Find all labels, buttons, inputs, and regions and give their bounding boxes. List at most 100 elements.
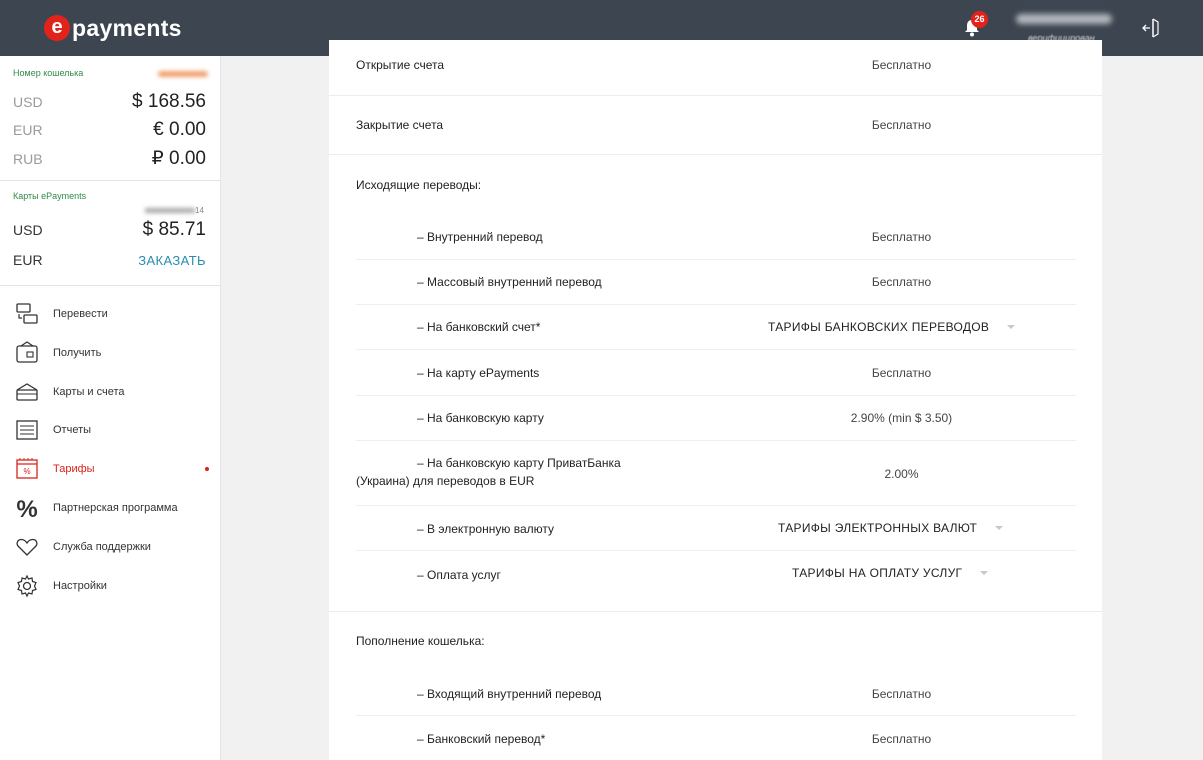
sidebar-item-label: Получить — [53, 347, 102, 359]
outgoing-privatbank-value: 2.00% — [884, 467, 919, 481]
balance-amount: € 0.00 — [153, 119, 206, 140]
sidebar-item-receive[interactable]: Получить — [0, 335, 221, 371]
sidebar-item-reports[interactable]: Отчеты — [0, 412, 221, 448]
chevron-down-icon — [1007, 325, 1016, 329]
outgoing-epayments-card-label: – На карту ePayments — [417, 366, 540, 380]
active-indicator-dot — [205, 467, 209, 471]
services-tariffs-dropdown[interactable]: ТАРИФЫ НА ОПЛАТУ УСЛУГ — [792, 566, 989, 580]
open-account-value: Бесплатно — [871, 58, 932, 72]
balance-amount: ₽ 0.00 — [151, 148, 206, 169]
outgoing-bulk-label: – Массовый внутренний перевод — [417, 275, 602, 289]
logo-text: payments — [72, 14, 182, 41]
outgoing-bank-card-value: 2.90% (min $ 3.50) — [850, 411, 953, 425]
section-divider — [329, 154, 1102, 155]
topup-bank-transfer-value: Бесплатно — [871, 732, 932, 746]
epayments-logo[interactable]: e payments — [44, 12, 182, 44]
dropdown-label: ТАРИФЫ НА ОПЛАТУ УСЛУГ — [792, 566, 963, 580]
outgoing-internal-label: – Внутренний перевод — [417, 230, 543, 244]
sidebar-divider — [0, 180, 221, 181]
sidebar-divider — [0, 285, 221, 286]
sidebar-item-label: Перевести — [53, 308, 108, 320]
sidebar-item-partner[interactable]: % Партнерская программа — [0, 490, 221, 526]
topup-bank-transfer-label: – Банковский перевод* — [417, 732, 546, 746]
card-currency: EUR — [13, 252, 43, 268]
card-row-eur: EUR ЗАКАЗАТЬ — [13, 252, 206, 268]
balance-row-eur: EUR € 0.00 — [13, 119, 206, 141]
sidebar: Номер кошелька USD $ 168.56 EUR € 0.00 R… — [0, 56, 221, 760]
balance-currency: EUR — [13, 122, 43, 138]
card-amount: $ 85.71 — [142, 219, 206, 240]
percent-icon: % — [16, 496, 37, 520]
row-divider — [356, 395, 1076, 396]
outgoing-services-label: – Оплата услуг — [417, 568, 501, 582]
outgoing-e-currency-label: – В электронную валюту — [417, 522, 554, 536]
privatbank-label-line2: (Украина) для переводов в EUR — [356, 474, 535, 488]
outgoing-internal-value: Бесплатно — [871, 230, 932, 244]
outgoing-privatbank-label: – На банковскую карту ПриватБанка (Украи… — [356, 454, 621, 490]
logo-mark: e — [44, 15, 70, 41]
reports-icon — [16, 420, 38, 440]
balance-row-usd: USD $ 168.56 — [13, 91, 206, 113]
row-divider — [356, 505, 1076, 506]
section-divider — [329, 611, 1102, 612]
sidebar-item-label: Отчеты — [53, 424, 92, 436]
outgoing-bank-card-label: – На банковскую карту — [417, 411, 544, 425]
section-divider — [329, 95, 1102, 96]
tariffs-panel: Открытие счета Бесплатно Закрытие счета … — [329, 40, 1102, 760]
logout-icon[interactable] — [1141, 16, 1163, 40]
row-divider — [356, 349, 1076, 350]
svg-text:%: % — [16, 496, 37, 520]
card-number: 14 — [145, 206, 205, 215]
outgoing-epayments-card-value: Бесплатно — [871, 366, 932, 380]
user-name-blurred[interactable] — [1016, 14, 1112, 24]
row-divider — [356, 550, 1076, 551]
cards-icon — [16, 383, 38, 401]
sidebar-item-label: Карты и счета — [53, 386, 125, 398]
sidebar-item-support[interactable]: Служба поддержки — [0, 529, 221, 565]
sidebar-item-transfer[interactable]: Перевести — [0, 296, 221, 332]
balance-currency: USD — [13, 94, 43, 110]
e-currency-tariffs-dropdown[interactable]: ТАРИФЫ ЭЛЕКТРОННЫХ ВАЛЮТ — [778, 521, 1004, 535]
open-account-label: Открытие счета — [356, 58, 445, 72]
card-currency: USD — [13, 222, 43, 238]
notifications-badge: 26 — [971, 11, 988, 28]
svg-text:%: % — [23, 467, 30, 476]
dropdown-label: ТАРИФЫ БАНКОВСКИХ ПЕРЕВОДОВ — [768, 320, 990, 334]
row-divider — [356, 259, 1076, 260]
balance-amount: $ 168.56 — [132, 91, 206, 112]
outgoing-bank-account-label: – На банковский счет* — [417, 320, 541, 334]
topup-internal-value: Бесплатно — [871, 687, 932, 701]
row-divider — [356, 304, 1076, 305]
sidebar-item-label: Служба поддержки — [53, 541, 151, 553]
dropdown-label: ТАРИФЫ ЭЛЕКТРОННЫХ ВАЛЮТ — [778, 521, 978, 535]
close-account-label: Закрытие счета — [356, 118, 444, 132]
balance-row-rub: RUB ₽ 0.00 — [13, 147, 206, 170]
sidebar-item-label: Партнерская программа — [53, 502, 178, 514]
wallet-icon — [16, 341, 38, 363]
card-row-usd[interactable]: USD $ 85.71 — [13, 219, 206, 241]
outgoing-heading: Исходящие переводы: — [356, 178, 482, 192]
card-number-blurred — [145, 208, 195, 214]
topup-heading: Пополнение кошелька: — [356, 634, 485, 648]
sidebar-item-label: Тарифы — [53, 463, 95, 475]
sidebar-item-settings[interactable]: Настройки — [0, 568, 221, 604]
sidebar-item-label: Настройки — [53, 580, 107, 592]
gear-icon — [17, 574, 37, 598]
row-divider — [356, 715, 1076, 716]
wallet-number-heading: Номер кошелька — [13, 68, 84, 78]
topup-internal-label: – Входящий внутренний перевод — [417, 687, 602, 701]
order-card-link[interactable]: ЗАКАЗАТЬ — [138, 253, 206, 268]
cards-heading: Карты ePayments — [13, 191, 87, 201]
sidebar-item-tariffs[interactable]: % Тарифы — [0, 451, 221, 487]
chevron-down-icon — [995, 526, 1004, 530]
chevron-down-icon — [980, 571, 989, 575]
sidebar-item-cards[interactable]: Карты и счета — [0, 374, 221, 410]
close-account-value: Бесплатно — [871, 118, 932, 132]
heart-icon — [16, 538, 38, 556]
row-divider — [356, 440, 1076, 441]
outgoing-bulk-value: Бесплатно — [871, 275, 932, 289]
tariffs-icon: % — [16, 458, 38, 479]
bank-transfer-tariffs-dropdown[interactable]: ТАРИФЫ БАНКОВСКИХ ПЕРЕВОДОВ — [768, 320, 1016, 334]
privatbank-label-line1: – На банковскую карту ПриватБанка — [417, 456, 621, 470]
balance-currency: RUB — [13, 151, 43, 167]
